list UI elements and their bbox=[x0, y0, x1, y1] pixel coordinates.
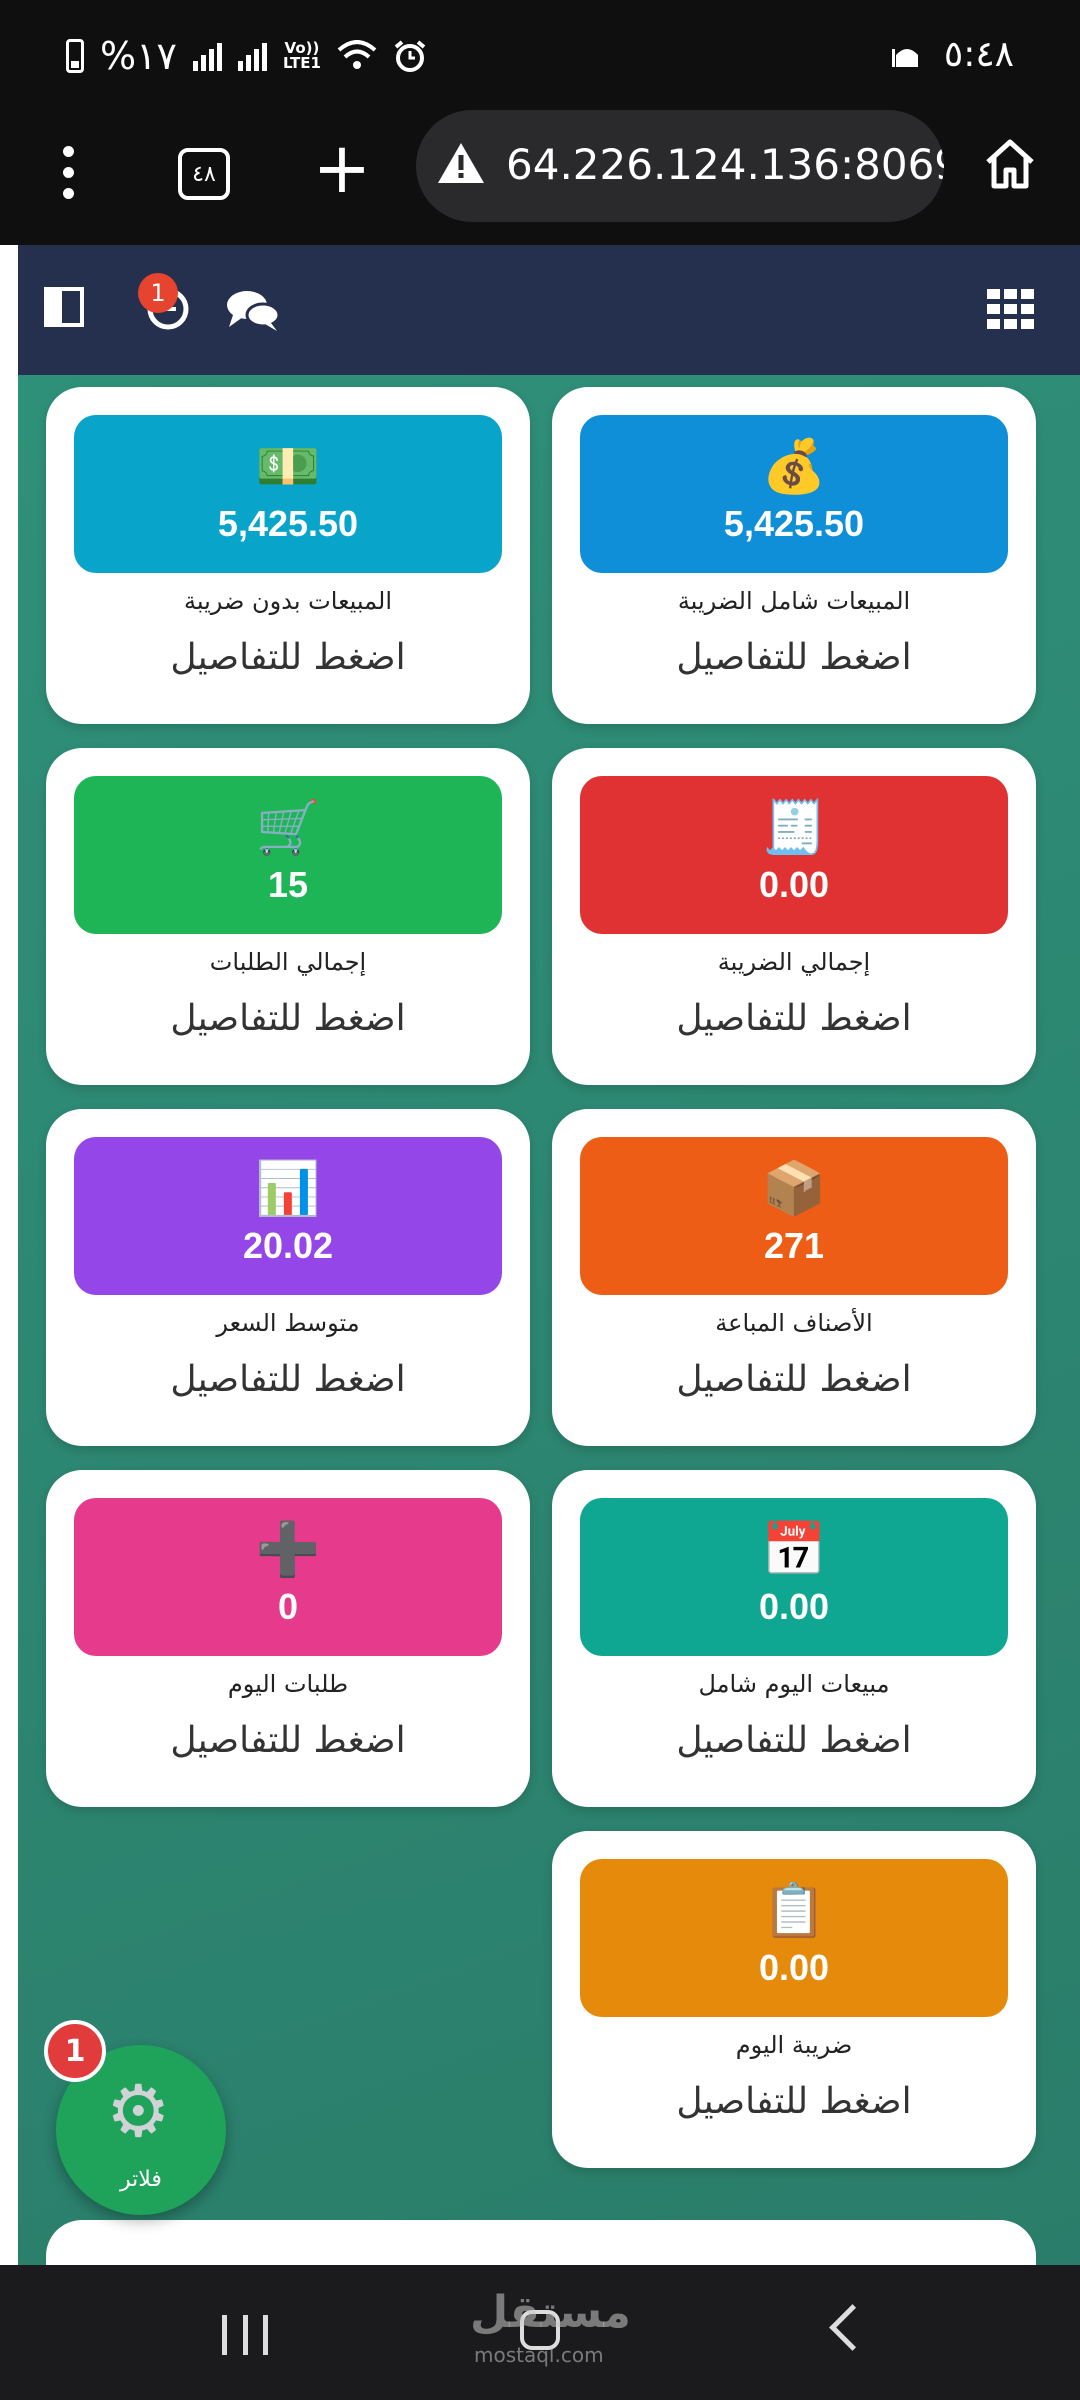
card-label: مبيعات اليوم شامل bbox=[698, 1670, 890, 1698]
details-link[interactable]: اضغط للتفاصيل bbox=[46, 998, 530, 1039]
card-value: 0.00 bbox=[758, 1586, 830, 1627]
card-value: 15 bbox=[267, 864, 309, 905]
receipt-icon: 🧾 bbox=[761, 798, 827, 858]
card-label: طلبات اليوم bbox=[227, 1670, 349, 1698]
details-link[interactable]: اضغط للتفاصيل bbox=[552, 637, 1036, 678]
card-stat: 📅 0.00 bbox=[580, 1498, 1008, 1656]
card-stat: 📋 0.00 bbox=[580, 1859, 1008, 2017]
system-nav-bar: مستقل mostaql.com bbox=[0, 2265, 1080, 2400]
card-value: 0.00 bbox=[758, 864, 830, 905]
clipboard-icon: 📋 bbox=[761, 1881, 827, 1941]
card-stat: 📦 271 bbox=[580, 1137, 1008, 1295]
app-content: 1 💰 5,425.50 المبيعات شامل الضريبة اضغط ل… bbox=[0, 245, 1080, 2265]
card-value: 20.02 bbox=[242, 1225, 334, 1266]
card-stat: 💰 5,425.50 bbox=[580, 415, 1008, 573]
card-today-orders[interactable]: ➕ 0 طلبات اليوم اضغط للتفاصيل bbox=[46, 1470, 530, 1807]
battery-level: %١٧ bbox=[100, 34, 177, 78]
card-stat: 🛒 15 bbox=[74, 776, 502, 934]
home-icon[interactable] bbox=[982, 136, 1038, 192]
card-label: إجمالي الضريبة bbox=[717, 948, 871, 976]
watermark-url: mostaql.com bbox=[474, 2343, 604, 2367]
card-sales-excl-tax[interactable]: 💵 5,425.50 المبيعات بدون ضريبة اضغط للتفا… bbox=[46, 387, 530, 724]
history-badge: 1 bbox=[138, 273, 178, 313]
cart-icon: 🛒 bbox=[255, 798, 321, 858]
card-value: 5,425.50 bbox=[723, 503, 865, 544]
alarm-icon bbox=[394, 40, 426, 72]
details-link[interactable]: اضغط للتفاصيل bbox=[552, 1720, 1036, 1761]
card-value: 271 bbox=[763, 1225, 825, 1266]
new-tab-button[interactable]: + bbox=[312, 133, 372, 203]
sidebar-toggle-icon[interactable] bbox=[44, 287, 84, 327]
details-link[interactable]: اضغط للتفاصيل bbox=[552, 2081, 1036, 2122]
card-value: 5,425.50 bbox=[217, 503, 359, 544]
card-today-tax[interactable]: 📋 0.00 ضريبة اليوم اضغط للتفاصيل bbox=[552, 1831, 1036, 2168]
warning-icon[interactable] bbox=[436, 140, 486, 186]
plus-icon: ➕ bbox=[255, 1520, 321, 1580]
watermark: مستقل bbox=[470, 2287, 631, 2338]
card-average-price[interactable]: 📊 20.02 متوسط السعر اضغط للتفاصيل bbox=[46, 1109, 530, 1446]
details-link[interactable]: اضغط للتفاصيل bbox=[552, 998, 1036, 1039]
card-label: متوسط السعر bbox=[216, 1309, 360, 1337]
card-sales-incl-tax[interactable]: 💰 5,425.50 المبيعات شامل الضريبة اضغط للت… bbox=[552, 387, 1036, 724]
package-icon: 📦 bbox=[761, 1159, 827, 1219]
card-label: المبيعات بدون ضريبة bbox=[184, 587, 392, 615]
filters-badge: 1 bbox=[44, 2020, 106, 2082]
next-card-partial bbox=[46, 2220, 1036, 2265]
card-label: الأصناف المباعة bbox=[715, 1309, 873, 1337]
app-header: 1 bbox=[18, 245, 1080, 375]
details-link[interactable]: اضغط للتفاصيل bbox=[46, 1720, 530, 1761]
card-items-sold[interactable]: 📦 271 الأصناف المباعة اضغط للتفاصيل bbox=[552, 1109, 1036, 1446]
card-stat: 🧾 0.00 bbox=[580, 776, 1008, 934]
lte-indicator: Vo)) LTE1 bbox=[282, 39, 321, 72]
card-today-sales[interactable]: 📅 0.00 مبيعات اليوم شامل اضغط للتفاصيل bbox=[552, 1470, 1036, 1807]
clock: ٥:٤٨ bbox=[943, 34, 1014, 75]
card-value: 0 bbox=[277, 1586, 299, 1627]
browser-toolbar: ٤٨ + 64.226.124.136:8069/ bbox=[0, 110, 1080, 245]
card-label: المبيعات شامل الضريبة bbox=[677, 587, 911, 615]
card-stat: 💵 5,425.50 bbox=[74, 415, 502, 573]
details-link[interactable]: اضغط للتفاصيل bbox=[552, 1359, 1036, 1400]
details-link[interactable]: اضغط للتفاصيل bbox=[46, 1359, 530, 1400]
battery-icon bbox=[66, 39, 84, 73]
browser-menu-icon[interactable] bbox=[58, 140, 78, 210]
dashboard-grid: 💰 5,425.50 المبيعات شامل الضريبة اضغط للت… bbox=[18, 375, 1080, 2265]
money-bag-icon: 💰 bbox=[761, 437, 827, 497]
card-stat: ➕ 0 bbox=[74, 1498, 502, 1656]
address-bar[interactable]: 64.226.124.136:8069/ bbox=[416, 110, 944, 222]
signal-icon bbox=[192, 41, 222, 71]
gear-icon: ⚙ bbox=[106, 2069, 171, 2153]
status-bar: %١٧ Vo)) LTE1 ٥:٤٨ bbox=[0, 0, 1080, 110]
card-total-tax[interactable]: 🧾 0.00 إجمالي الضريبة اضغط للتفاصيل bbox=[552, 748, 1036, 1085]
signal-icon bbox=[237, 41, 267, 71]
bar-chart-icon: 📊 bbox=[255, 1159, 321, 1219]
wifi-icon bbox=[337, 40, 377, 69]
card-label: إجمالي الطلبات bbox=[209, 948, 367, 976]
card-stat: 📊 20.02 bbox=[74, 1137, 502, 1295]
filters-label: فلاتر bbox=[120, 2167, 162, 2192]
url-text[interactable]: 64.226.124.136:8069/ bbox=[506, 140, 944, 189]
recent-apps-icon[interactable] bbox=[222, 2315, 268, 2355]
tab-switcher-button[interactable]: ٤٨ bbox=[178, 148, 230, 200]
apps-grid-icon[interactable] bbox=[987, 289, 1035, 329]
back-icon[interactable] bbox=[829, 2304, 876, 2351]
dollar-bill-icon: 💵 bbox=[255, 437, 321, 497]
mosque-icon bbox=[891, 48, 918, 67]
calendar-icon: 📅 bbox=[761, 1520, 827, 1580]
details-link[interactable]: اضغط للتفاصيل bbox=[46, 637, 530, 678]
card-label: ضريبة اليوم bbox=[735, 2031, 853, 2059]
chat-icon[interactable] bbox=[225, 287, 281, 333]
card-value: 0.00 bbox=[758, 1947, 830, 1988]
card-total-orders[interactable]: 🛒 15 إجمالي الطلبات اضغط للتفاصيل bbox=[46, 748, 530, 1085]
side-panel-edge[interactable] bbox=[0, 245, 18, 2265]
